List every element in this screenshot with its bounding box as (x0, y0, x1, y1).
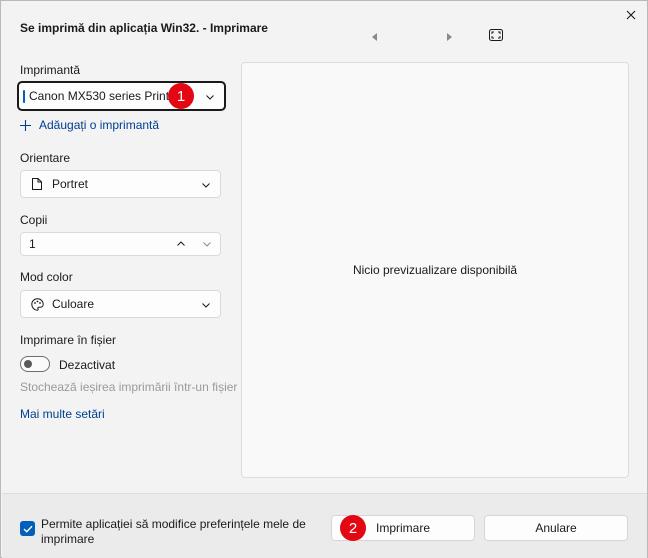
color-mode-selected-value: Culoare (52, 297, 95, 311)
checkmark-icon (23, 525, 32, 533)
fit-to-window-icon (489, 29, 503, 41)
allow-app-preferences-checkbox[interactable] (20, 521, 35, 536)
annotation-badge-1: 1 (168, 83, 194, 109)
preview-pane: Nicio previzualizare disponibilă (241, 62, 629, 478)
document-icon (32, 178, 42, 190)
orientation-label: Orientare (20, 151, 71, 165)
copies-value[interactable]: 1 (29, 237, 36, 251)
toggle-knob (24, 360, 32, 368)
focus-indicator (23, 90, 25, 103)
allow-app-preferences-label: Permite aplicației să modifice preferinț… (41, 517, 306, 546)
chevron-up-icon[interactable] (176, 239, 186, 249)
add-printer-link[interactable]: Adăugați o imprimantă (20, 118, 159, 132)
print-to-file-description: Stochează ieșirea imprimării într-un fiș… (20, 380, 238, 394)
print-to-file-label: Imprimare în fișier (20, 333, 117, 347)
chevron-down-icon (202, 303, 210, 308)
print-button-label: Imprimare (375, 521, 430, 535)
close-icon (626, 10, 636, 20)
copies-label: Copii (20, 213, 48, 227)
palette-icon (31, 297, 44, 311)
orientation-dropdown[interactable]: Portret (20, 170, 221, 198)
preview-message: Nicio previzualizare disponibilă (352, 263, 518, 277)
annotation-badge-2: 2 (340, 515, 366, 541)
orientation-selected-value: Portret (52, 177, 89, 191)
chevron-down-icon (202, 183, 210, 188)
color-mode-label: Mod color (20, 270, 73, 284)
plus-icon (20, 119, 31, 131)
printer-selected-value: Canon MX530 series Printer (29, 89, 180, 103)
add-printer-label: Adăugați o imprimantă (39, 118, 160, 132)
chevron-down-icon (206, 95, 214, 100)
fit-page-button[interactable] (489, 29, 505, 45)
chevron-down-icon[interactable] (202, 239, 212, 249)
caret-right-icon (447, 33, 452, 41)
cancel-button-label: Anulare (535, 521, 577, 535)
dialog-title: Se imprimă din aplicația Win32. - Imprim… (20, 21, 268, 35)
close-button[interactable] (621, 5, 641, 25)
color-mode-dropdown[interactable]: Culoare (20, 290, 221, 318)
toggle-state-label: Dezactivat (59, 358, 116, 372)
printer-label: Imprimantă (20, 63, 81, 77)
previous-page-button[interactable] (367, 29, 383, 45)
caret-left-icon (372, 33, 377, 41)
more-settings-link[interactable]: Mai multe setări (20, 407, 105, 421)
print-to-file-toggle[interactable] (20, 356, 50, 372)
next-page-button[interactable] (441, 29, 457, 45)
print-dialog: Se imprimă din aplicația Win32. - Imprim… (0, 0, 648, 558)
printer-dropdown[interactable]: Canon MX530 series Printer (17, 81, 226, 111)
copies-stepper[interactable]: 1 (20, 232, 221, 256)
cancel-button[interactable]: Anulare (484, 515, 628, 541)
